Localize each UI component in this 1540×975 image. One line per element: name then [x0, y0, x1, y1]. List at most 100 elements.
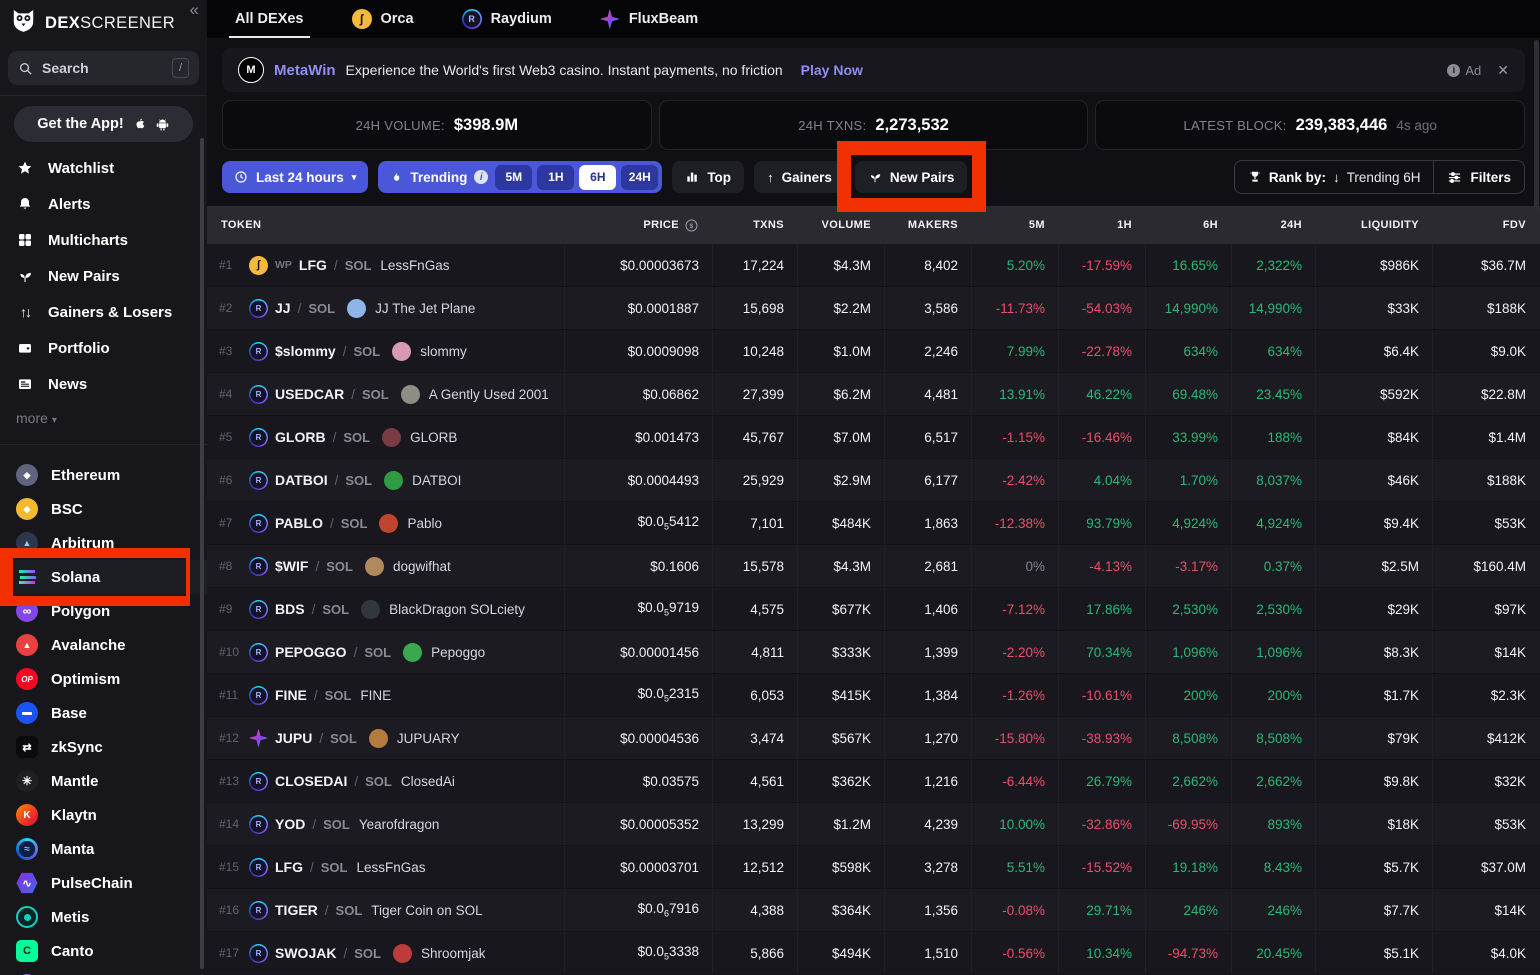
- volume-cell: $7.0M: [797, 416, 884, 458]
- sidebar-chain-base[interactable]: Base: [0, 696, 207, 730]
- column-header-volume[interactable]: VOLUME: [797, 219, 884, 231]
- gainers-button[interactable]: ↑ Gainers: [754, 161, 845, 193]
- table-row-fine[interactable]: #11 R FINE / SOL FINE $0.052315 6,053 $4…: [207, 674, 1540, 717]
- table-row-datboi[interactable]: #6 R DATBOI / SOL DATBOI $0.0004493 25,9…: [207, 459, 1540, 502]
- fdv-cell: $37.0M: [1432, 846, 1539, 888]
- sidebar-chain-bsc[interactable]: BSC: [0, 492, 207, 526]
- column-header-fdv[interactable]: FDV: [1432, 219, 1539, 231]
- table-row-swojak[interactable]: #17 R SWOJAK / SOL Shroomjak $0.053338 5…: [207, 932, 1540, 975]
- change-1h-cell: -10.61%: [1058, 674, 1145, 716]
- sidebar-chain-canto[interactable]: Canto: [0, 934, 207, 968]
- tab-all-dexes[interactable]: All DEXes: [235, 0, 304, 38]
- rank: #16: [219, 903, 242, 917]
- table-row-usedcar[interactable]: #4 R USEDCAR / SOL A Gently Used 2001 Ho…: [207, 373, 1540, 416]
- sidebar-chain-avalanche[interactable]: Avalanche: [0, 628, 207, 662]
- token-symbol: USEDCAR: [275, 386, 344, 402]
- token-symbol: TIGER: [275, 902, 318, 918]
- token-name: BlackDragon SOLciety: [389, 602, 525, 617]
- table-row-lfg[interactable]: #1 ʃ WP LFG / SOL LessFnGas $0.00003673 …: [207, 244, 1540, 287]
- sidebar-item-gainers-losers[interactable]: ↑↓Gainers & Losers: [0, 294, 207, 330]
- sidebar-item-alerts[interactable]: Alerts: [0, 186, 207, 222]
- makers-cell: 1,406: [884, 588, 971, 630]
- sidebar-item-multicharts[interactable]: Multicharts: [0, 222, 207, 258]
- trending-toggle-group[interactable]: Trending i 5M1H6H24H: [378, 161, 662, 193]
- price-cell: $0.00005352: [564, 803, 712, 845]
- tab-fluxbeam[interactable]: FluxBeam: [600, 0, 698, 38]
- collapse-sidebar-icon[interactable]: «: [190, 0, 199, 20]
- change-1h-cell: 46.22%: [1058, 373, 1145, 415]
- sidebar-chain-arbitrum[interactable]: Arbitrum: [0, 526, 207, 560]
- table-row-yod[interactable]: #14 R YOD / SOL Yearofdragon $0.00005352…: [207, 803, 1540, 846]
- change-6h-cell: 16.65%: [1145, 244, 1231, 286]
- table-row-slommy[interactable]: #3 R $slommy / SOL slommy $0.0009098 10,…: [207, 330, 1540, 373]
- page-scrollbar[interactable]: [1534, 40, 1539, 210]
- table-row-lfg[interactable]: #15 R LFG / SOL LessFnGas $0.00003701 12…: [207, 846, 1540, 889]
- timeframe-chip-6h[interactable]: 6H: [579, 165, 616, 190]
- sidebar-item-watchlist[interactable]: Watchlist: [0, 150, 207, 186]
- search-placeholder: Search: [42, 60, 89, 76]
- sidebar-chain-mantle[interactable]: Mantle: [0, 764, 207, 798]
- makers-cell: 4,481: [884, 373, 971, 415]
- token-symbol: YOD: [275, 816, 305, 832]
- column-header-makers[interactable]: MAKERS: [884, 219, 971, 231]
- sidebar-chain-ethereum[interactable]: Ethereum: [0, 458, 207, 492]
- token-name: JUPUARY: [397, 731, 460, 746]
- grid-icon: [16, 232, 34, 248]
- table-row-pablo[interactable]: #7 R PABLO / SOL Pablo $0.055412 7,101 $…: [207, 502, 1540, 545]
- tab-raydium[interactable]: RRaydium: [462, 0, 552, 38]
- rank-by-button[interactable]: Rank by: ↓ Trending 6H: [1235, 161, 1435, 193]
- column-header-24h[interactable]: 24H: [1231, 219, 1315, 231]
- table-row-glorb[interactable]: #5 R GLORB / SOL GLORB $0.001473 45,767 …: [207, 416, 1540, 459]
- tab-orca[interactable]: ʃOrca: [352, 0, 414, 38]
- table-header-row: TOKENPRICE$TXNSVOLUMEMAKERS5M1H6H24HLIQU…: [207, 206, 1540, 244]
- table-row-closedai[interactable]: #13 R CLOSEDAI / SOL ClosedAi $0.03575 4…: [207, 760, 1540, 803]
- time-range-button[interactable]: Last 24 hours ▾: [222, 161, 368, 193]
- change-5m-cell: 5.51%: [971, 846, 1058, 888]
- sidebar-nav: WatchlistAlertsMultichartsNew Pairs↑↓Gai…: [0, 150, 207, 402]
- column-header-5m[interactable]: 5M: [971, 219, 1058, 231]
- table-row-jj[interactable]: #2 R JJ / SOL JJ The Jet Plane $0.000188…: [207, 287, 1540, 330]
- column-header-price[interactable]: PRICE$: [564, 218, 712, 233]
- column-header-1h[interactable]: 1H: [1058, 219, 1145, 231]
- price-cell: $0.067916: [564, 889, 712, 931]
- sidebar-chain-metis[interactable]: Metis: [0, 900, 207, 934]
- sidebar-chain-optimism[interactable]: Optimism: [0, 662, 207, 696]
- search-input[interactable]: Search /: [8, 51, 199, 85]
- sidebar-item-new-pairs[interactable]: New Pairs: [0, 258, 207, 294]
- column-header-txns[interactable]: TXNS: [712, 219, 797, 231]
- table-row-pepoggo[interactable]: #10 R PEPOGGO / SOL Pepoggo $0.00001456 …: [207, 631, 1540, 674]
- sidebar-item-news[interactable]: News: [0, 366, 207, 402]
- sidebar-chain-polygon[interactable]: Polygon: [0, 594, 207, 628]
- table-row-jupu[interactable]: #12 JUPU / SOL JUPUARY $0.00004536 3,474…: [207, 717, 1540, 760]
- sidebar-chain-manta[interactable]: Manta: [0, 832, 207, 866]
- filter-bar: Last 24 hours ▾ Trending i 5M1H6H24H Top…: [222, 160, 1525, 194]
- optimism-chain-icon: [16, 668, 38, 690]
- sidebar-chain-solana[interactable]: Solana: [0, 560, 207, 594]
- column-header-token[interactable]: TOKEN: [207, 219, 564, 231]
- sidebar-chain-zksync[interactable]: zkSync: [0, 730, 207, 764]
- sidebar-chain-osmosis[interactable]: Osmosis: [0, 968, 207, 975]
- timeframe-chip-24h[interactable]: 24H: [621, 165, 658, 190]
- sidebar-chain-pulsechain[interactable]: PulseChain: [0, 866, 207, 900]
- table-row-tiger[interactable]: #16 R TIGER / SOL Tiger Coin on SOL $0.0…: [207, 889, 1540, 932]
- makers-cell: 3,278: [884, 846, 971, 888]
- sidebar-chain-klaytn[interactable]: Klaytn: [0, 798, 207, 832]
- more-button[interactable]: more▾: [0, 402, 207, 434]
- column-header-6h[interactable]: 6H: [1145, 219, 1231, 231]
- column-header-liquidity[interactable]: LIQUIDITY: [1315, 219, 1432, 231]
- new-pairs-button[interactable]: New Pairs: [855, 161, 968, 193]
- timeframe-chip-5m[interactable]: 5M: [495, 165, 532, 190]
- top-button[interactable]: Top: [672, 161, 744, 193]
- ad-play-now-link[interactable]: Play Now: [801, 62, 863, 78]
- sidebar-item-portfolio[interactable]: Portfolio: [0, 330, 207, 366]
- quote-symbol: SOL: [325, 688, 352, 703]
- timeframe-chip-1h[interactable]: 1H: [537, 165, 574, 190]
- table-row-bds[interactable]: #9 R BDS / SOL BlackDragon SOLciety $0.0…: [207, 588, 1540, 631]
- liquidity-cell: $592K: [1315, 373, 1432, 415]
- token-symbol: PABLO: [275, 515, 323, 531]
- table-row-wif[interactable]: #8 R $WIF / SOL dogwifhat $0.1606 15,578…: [207, 545, 1540, 588]
- close-icon[interactable]: ✕: [1497, 62, 1509, 79]
- sidebar-scrollbar[interactable]: [200, 138, 204, 969]
- filters-button[interactable]: Filters: [1434, 161, 1524, 193]
- get-app-button[interactable]: Get the App!: [14, 106, 193, 142]
